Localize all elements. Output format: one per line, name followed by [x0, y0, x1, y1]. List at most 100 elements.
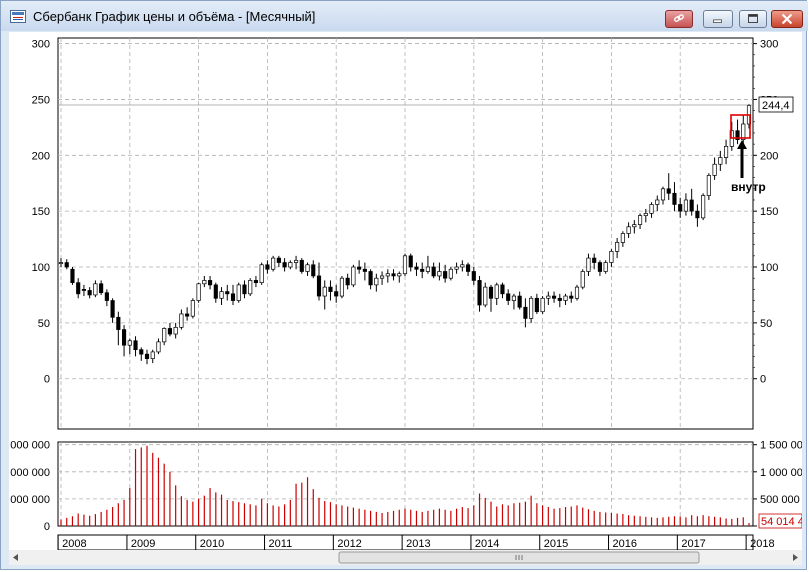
price-tick-label: 0: [44, 374, 50, 386]
volume-tick-label-right: 1 500 000: [760, 440, 802, 452]
candle-body: [414, 266, 419, 270]
price-tick-label-right: 300: [760, 39, 778, 51]
candle-body: [362, 268, 367, 272]
candle-body: [139, 349, 144, 355]
candle-body: [81, 289, 87, 291]
volume-tick-label: 000 000: [10, 494, 50, 506]
minimize-button[interactable]: [703, 10, 733, 28]
candle-body: [368, 271, 373, 286]
candle-body: [185, 313, 190, 317]
candle-body: [110, 300, 115, 318]
candle-body: [70, 268, 75, 284]
price-volume-chart[interactable]: 0 50 100 150 200 250 300 0 50 100 150 200 250 300 24…: [9, 32, 809, 551]
price-tick-label-right: 150: [760, 206, 778, 218]
candle-body: [213, 284, 218, 299]
candle-body: [248, 280, 253, 295]
candle-body: [179, 313, 184, 328]
candle-body: [569, 295, 574, 299]
title-bar[interactable]: Сбербанк График цены и объёма - [Месячны…: [1, 1, 808, 31]
price-tick-label: 100: [32, 262, 50, 274]
candle-body: [540, 297, 545, 313]
chart-area: 0 50 100 150 200 250 300 0 50 100 150 200 250 300 24…: [9, 32, 809, 565]
candle-body: [104, 292, 109, 301]
candle-body: [420, 268, 425, 272]
candle-body: [626, 226, 631, 234]
candle-body: [437, 271, 442, 277]
volume-tick-label: 000 000: [10, 440, 50, 452]
candle-body: [649, 204, 654, 214]
minimize-icon: [713, 19, 722, 23]
candle-body: [695, 210, 700, 219]
candle-body: [592, 257, 597, 263]
candle-body: [471, 271, 476, 281]
candle-body: [391, 273, 396, 277]
candle-body: [385, 273, 390, 277]
candle-body: [586, 257, 591, 272]
candle-body: [282, 262, 287, 268]
candle-body: [465, 264, 471, 272]
candle-body: [311, 264, 316, 277]
price-axis-left: 0 50 100 150 200 250 300: [32, 39, 50, 386]
candle-body: [299, 259, 304, 272]
year-label: 2016: [613, 538, 637, 550]
candle-body: [87, 290, 92, 296]
candle-body: [425, 266, 431, 272]
candle-body: [190, 300, 195, 317]
price-panel: [57, 37, 754, 430]
candle-body: [167, 328, 173, 335]
candle-body: [408, 255, 413, 268]
candle-body: [339, 277, 345, 297]
candle-body: [328, 286, 333, 292]
candle-body: [615, 242, 620, 252]
price-tick-label: 50: [38, 318, 50, 330]
candle-body: [678, 204, 683, 212]
scroll-right-icon[interactable]: [793, 554, 798, 561]
last-price-label: 244,4: [762, 100, 790, 112]
candle-body: [357, 266, 362, 270]
candle-body: [116, 316, 121, 330]
candle-body: [574, 286, 580, 299]
candle-body: [402, 255, 408, 275]
year-label: 2014: [475, 538, 499, 550]
candle-body: [288, 262, 293, 268]
candle-body: [460, 264, 465, 268]
price-tick-label: 300: [32, 39, 50, 51]
year-label: 2018: [750, 538, 774, 550]
candle-body: [683, 199, 689, 212]
candle-body: [672, 192, 677, 205]
candle-body: [632, 224, 637, 228]
horizontal-scrollbar[interactable]: [9, 550, 802, 565]
candle-body: [488, 286, 494, 299]
maximize-button[interactable]: [739, 10, 767, 28]
candle-body: [150, 351, 155, 359]
scroll-left-icon[interactable]: [13, 554, 18, 561]
candle-body: [225, 291, 230, 295]
candle-body: [173, 326, 178, 335]
price-tick-label-right: 0: [760, 374, 766, 386]
candle-body: [483, 286, 488, 306]
candle-body: [609, 251, 614, 263]
candle-body: [660, 188, 666, 201]
candle-body: [655, 199, 660, 205]
candle-body: [58, 262, 64, 265]
candle-body: [523, 306, 528, 319]
candle-body: [620, 233, 625, 243]
annotation-label: внутр: [731, 180, 766, 194]
price-tick-label: 200: [32, 150, 50, 162]
candle-body: [534, 297, 539, 313]
candle-body: [374, 277, 379, 286]
candle-body: [207, 280, 213, 286]
candle-body: [144, 353, 150, 359]
candle-body: [511, 295, 517, 301]
close-button[interactable]: [771, 10, 803, 28]
candle-body: [500, 284, 505, 295]
scrollbar-graphics: [13, 551, 798, 564]
candle-body: [276, 257, 281, 263]
link-button[interactable]: [665, 10, 693, 28]
candle-body: [666, 188, 671, 194]
price-axis-right: 050100150200250300: [753, 39, 778, 386]
candle-body: [351, 266, 356, 286]
candle-body: [563, 295, 568, 301]
price-tick-label-right: 200: [760, 150, 778, 162]
volume-tick-label: 000 000: [10, 467, 50, 479]
